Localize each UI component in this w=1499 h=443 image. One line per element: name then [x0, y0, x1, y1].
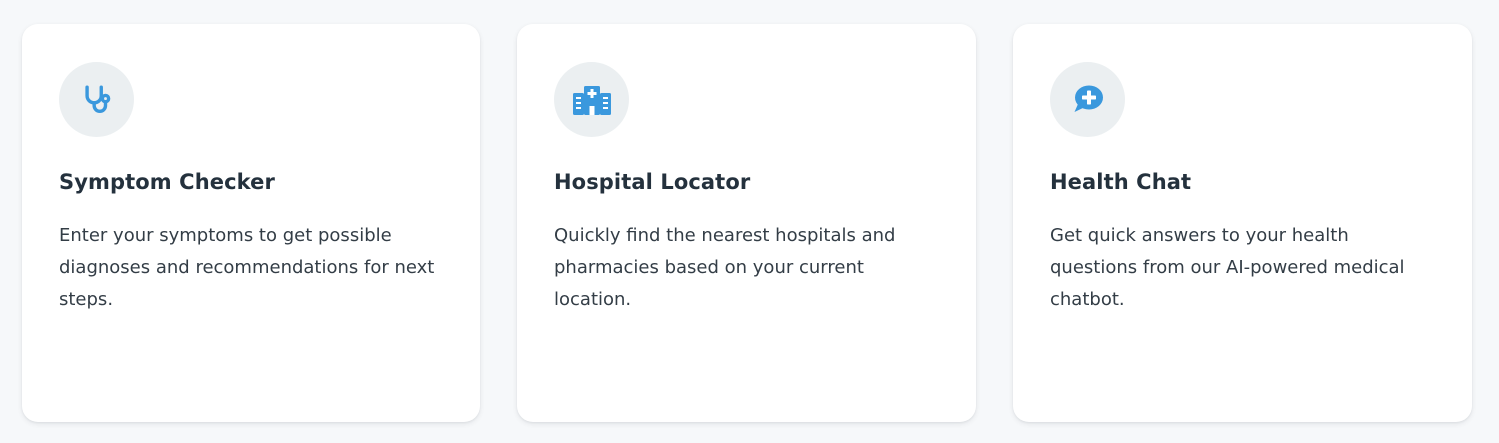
feature-title: Symptom Checker [59, 170, 275, 194]
feature-title: Hospital Locator [554, 170, 751, 194]
feature-card-hospital-locator[interactable]: Hospital Locator Quickly find the neares… [517, 24, 976, 422]
feature-card-health-chat[interactable]: Health Chat Get quick answers to your he… [1013, 24, 1472, 422]
feature-card-symptom-checker[interactable]: Symptom Checker Enter your symptoms to g… [22, 24, 480, 422]
feature-title: Health Chat [1050, 170, 1192, 194]
hospital-icon [572, 85, 611, 115]
feature-description: Quickly find the nearest hospitals and p… [554, 225, 896, 310]
feature-icon-badge [1050, 62, 1125, 137]
feature-icon-badge [554, 62, 629, 137]
feature-icon-badge [59, 62, 134, 137]
medical-chat-icon [1074, 85, 1103, 112]
feature-cards: Symptom Checker Enter your symptoms to g… [0, 0, 1499, 443]
feature-description: Enter your symptoms to get possible diag… [59, 225, 435, 310]
stethoscope-icon [84, 85, 110, 113]
feature-description: Get quick answers to your health questio… [1050, 225, 1405, 310]
